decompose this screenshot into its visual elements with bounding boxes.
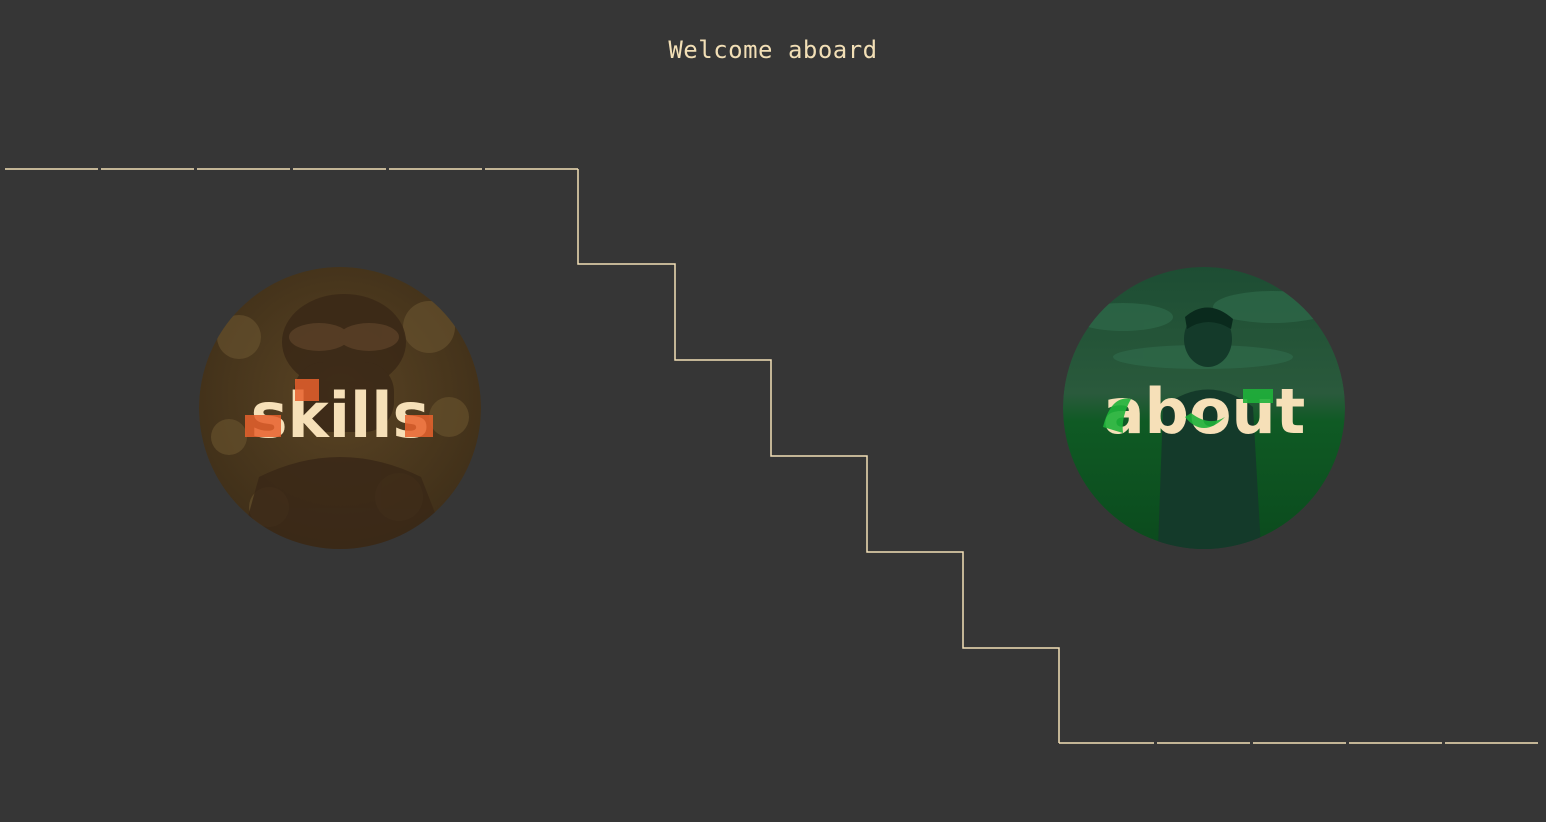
page: Welcome aboard skills about: [0, 0, 1546, 822]
about-label: about: [1103, 375, 1306, 448]
soldier-photo-icon: skills: [199, 267, 481, 549]
about-link[interactable]: about: [1063, 267, 1345, 549]
skills-link[interactable]: skills: [199, 267, 481, 549]
man-in-field-photo-icon: about: [1063, 267, 1345, 549]
